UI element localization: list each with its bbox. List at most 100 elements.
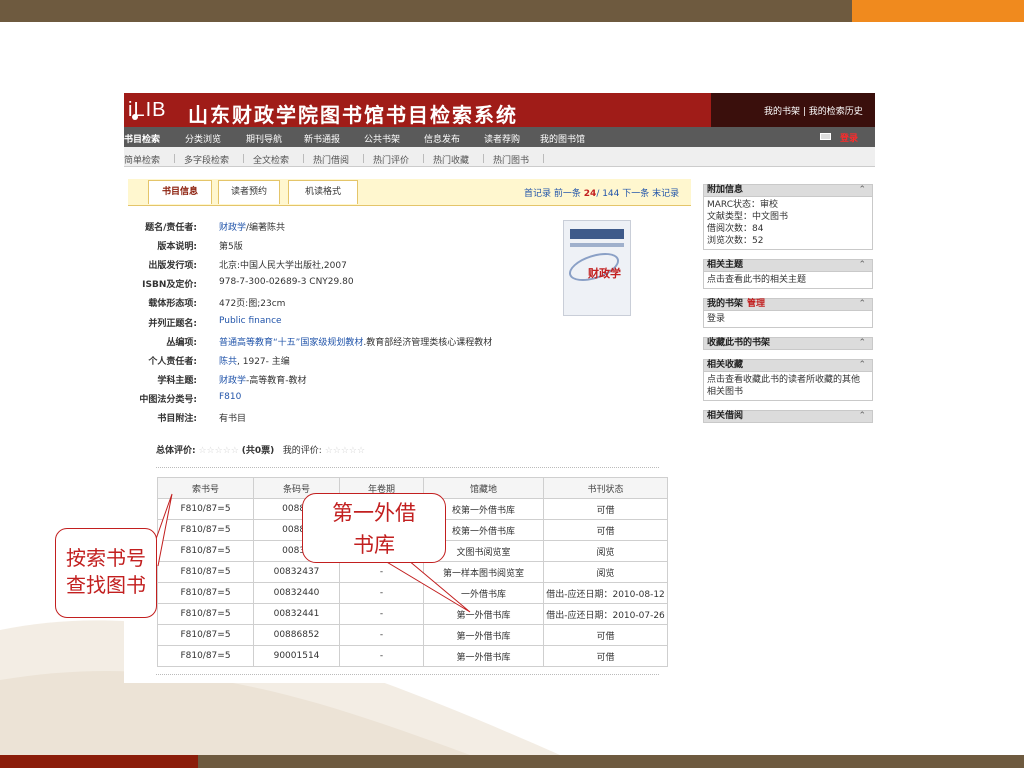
field-label: 出版发行项:	[148, 261, 197, 271]
callout-first-lending-stack: 第一外借 书库	[302, 493, 446, 563]
sidebar-panel-header[interactable]: 附加信息 ⌃	[703, 184, 873, 197]
login-link[interactable]: 登录	[840, 131, 858, 144]
sidebar-panel-title: 附加信息	[707, 185, 744, 195]
nav-item-browse[interactable]: 分类浏览	[185, 132, 221, 145]
field-value: F810	[219, 392, 241, 402]
nav-item-new-books[interactable]: 新书通报	[304, 132, 340, 145]
sidebar-panel-line[interactable]: 点击查看此书的相关主题	[707, 274, 869, 286]
sidebar-panel-header[interactable]: 相关主题 ⌃	[703, 259, 873, 272]
sidebar-panel-title: 相关借阅	[707, 411, 744, 421]
subnav-multi-field[interactable]: 多字段检索	[184, 153, 229, 166]
pager-next[interactable]: 下一条	[622, 189, 649, 199]
subnav-divider	[423, 154, 424, 163]
nav-item-my-library[interactable]: 我的图书馆	[540, 132, 585, 145]
holdings-cell: 00832441	[253, 603, 340, 625]
rating-row: 总体评价: ☆☆☆☆☆ (共0票) 我的评价: ☆☆☆☆☆	[156, 443, 365, 456]
nav-item-search[interactable]: 书目检索	[124, 132, 160, 145]
sidebar-panel-line[interactable]: 登录	[707, 313, 869, 325]
holdings-header-cell: 书刊状态	[543, 477, 668, 499]
subnav-hot-rating[interactable]: 热门评价	[373, 153, 409, 166]
field-value: 472页:图;23cm	[219, 296, 285, 309]
book-cover[interactable]: 财政学	[563, 220, 631, 316]
collapse-chevron-icon[interactable]: ⌃	[858, 299, 866, 310]
field-value: 普通高等教育“十五”国家级规划教材.教育部经济管理类核心课程教材	[219, 335, 492, 348]
collapse-chevron-icon[interactable]: ⌃	[858, 411, 866, 422]
subnav-hot-borrow[interactable]: 热门借阅	[313, 153, 349, 166]
sidebar-panel-header[interactable]: 我的书架 管理 ⌃	[703, 298, 873, 311]
sidebar-panel-line[interactable]: 浏览次数：52	[707, 235, 869, 247]
manage-link[interactable]: 管理	[747, 299, 765, 309]
nav-item-journals[interactable]: 期刊导航	[246, 132, 282, 145]
field-value: 北京:中国人民大学出版社,2007	[219, 258, 347, 271]
divider	[156, 674, 659, 675]
field-value-link[interactable]: 普通高等教育“十五”国家级规划教材	[219, 338, 363, 348]
field-value-link[interactable]: 财政学	[219, 376, 246, 386]
holdings-header-cell: 馆藏地	[423, 477, 544, 499]
field-label: 中图法分类号:	[139, 395, 197, 405]
sidebar-panel-header[interactable]: 相关收藏 ⌃	[703, 359, 873, 372]
field-label: 载体形态项:	[148, 299, 197, 309]
slide-top-band	[0, 0, 852, 22]
field-value-link[interactable]: Public finance	[219, 316, 282, 326]
holdings-cell: 可借	[543, 624, 668, 646]
subnav-hot-collect[interactable]: 热门收藏	[433, 153, 469, 166]
field-label: 个人责任者:	[148, 357, 197, 367]
subnav-divider	[363, 154, 364, 163]
sidebar-panel-line[interactable]: 文献类型：中文图书	[707, 211, 869, 223]
nav-item-recommend[interactable]: 读者荐购	[484, 132, 520, 145]
sidebar-panel-body: 点击查看收藏此书的读者所收藏的其他 相关图书	[703, 372, 873, 401]
field-value-text: 978-7-300-02689-3 CNY29.80	[219, 277, 354, 287]
login-icon[interactable]	[820, 133, 831, 140]
holdings-cell: F810/87=5	[157, 624, 254, 646]
field-value-link[interactable]: 财政学	[219, 223, 246, 233]
tab-marc[interactable]: 机读格式	[288, 180, 358, 204]
field-label: 版本说明:	[157, 242, 197, 252]
subnav-divider	[303, 154, 304, 163]
field-value-link[interactable]: 陈共	[219, 357, 237, 367]
nav-item-public-shelf[interactable]: 公共书架	[364, 132, 400, 145]
collapse-chevron-icon[interactable]: ⌃	[858, 360, 866, 371]
subnav-fulltext[interactable]: 全文检索	[253, 153, 289, 166]
nav-item-news[interactable]: 信息发布	[424, 132, 460, 145]
field-label: 并列正题名:	[148, 319, 197, 329]
subnav-simple-search[interactable]: 简单检索	[124, 153, 160, 166]
field-value-link[interactable]: F810	[219, 392, 241, 402]
sidebar-panel-body: 点击查看此书的相关主题	[703, 272, 873, 289]
cover-title: 财政学	[588, 267, 621, 280]
sidebar-panel-header[interactable]: 相关借阅 ⌃	[703, 410, 873, 423]
holdings-cell: 可借	[543, 645, 668, 667]
sidebar-panel-line[interactable]: 借阅次数：84	[707, 223, 869, 235]
holdings-cell: 00832440	[253, 582, 340, 604]
sidebar-panel-title: 相关主题	[707, 260, 744, 270]
overall-star-icons: ☆☆☆☆☆	[198, 446, 239, 456]
collapse-chevron-icon[interactable]: ⌃	[858, 338, 866, 349]
sidebar-panel-line[interactable]: 点击查看收藏此书的读者所收藏的其他	[707, 374, 869, 386]
field-value: 有书目	[219, 411, 246, 424]
pager-current: 24	[583, 189, 597, 199]
slide-bottom-band	[198, 755, 1024, 768]
sidebar-panel-header[interactable]: 收藏此书的书架 ⌃	[703, 337, 873, 350]
pager-prev[interactable]: 前一条	[554, 189, 581, 199]
holdings-cell: F810/87=5	[157, 540, 254, 562]
pager-first[interactable]: 首记录	[524, 189, 551, 199]
holdings-cell: 00832437	[253, 561, 340, 583]
collapse-chevron-icon[interactable]: ⌃	[858, 185, 866, 196]
pager-last[interactable]: 末记录	[652, 189, 679, 199]
sidebar-panel-line[interactable]: 相关图书	[707, 386, 869, 398]
callout-small-line1: 按索书号	[66, 546, 146, 570]
field-value: 财政学/编著陈共	[219, 220, 285, 233]
header-links[interactable]: 我的书架 | 我的检索历史	[764, 104, 863, 117]
tab-record-info[interactable]: 书目信息	[148, 180, 212, 204]
holdings-row: F810/87=5 90001514- 第一外借书库 可借	[157, 645, 668, 667]
field-value: 第5版	[219, 239, 243, 252]
field-value: 陈共, 1927- 主编	[219, 354, 290, 367]
sidebar-panel-line[interactable]: MARC状态：审校	[707, 199, 869, 211]
opac-screenshot: iLIB 山东财政学院图书馆书目检索系统 我的书架 | 我的检索历史 书目检索 …	[124, 93, 875, 683]
field-value: 978-7-300-02689-3 CNY29.80	[219, 277, 354, 287]
tab-reserve[interactable]: 读者预约	[218, 180, 280, 204]
my-star-icons[interactable]: ☆☆☆☆☆	[325, 446, 365, 456]
collapse-chevron-icon[interactable]: ⌃	[858, 260, 866, 271]
rating-count: (共0票)	[241, 446, 275, 456]
subnav-hot-books[interactable]: 热门图书	[493, 153, 529, 166]
subnav-divider	[243, 154, 244, 163]
